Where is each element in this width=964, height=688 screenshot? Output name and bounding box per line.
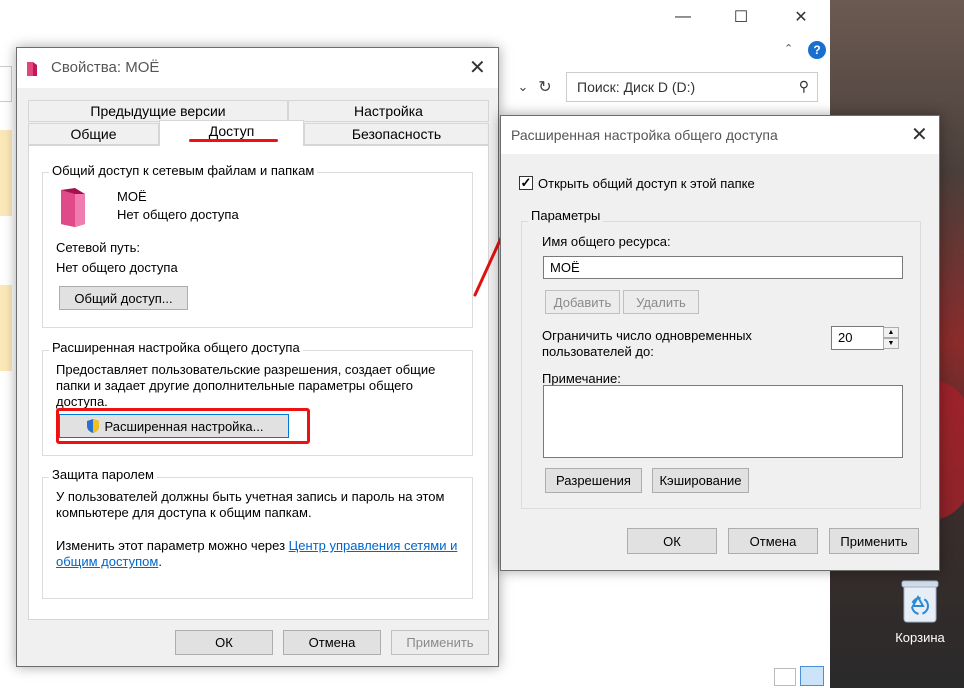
cancel-button[interactable]: Отмена (728, 528, 818, 554)
user-limit-input[interactable]: 20 (831, 326, 884, 350)
password-protection-description: У пользователей должны быть учетная запи… (56, 489, 445, 520)
share-name-label: Имя общего ресурса: (542, 234, 671, 249)
properties-dialog: Свойства: МОЁ ✕ Предыдущие версии Настро… (16, 47, 499, 667)
advanced-sharing-group-label: Расширенная настройка общего доступа (49, 340, 303, 355)
annotation-highlight-box (56, 408, 310, 444)
search-placeholder: Поиск: Диск D (D:) (577, 79, 696, 95)
network-path-label: Сетевой путь: (56, 240, 140, 255)
folder-status: Нет общего доступа (117, 207, 239, 222)
cancel-button[interactable]: Отмена (283, 630, 381, 655)
tab-page-sharing: Общий доступ к сетевым файлам и папкам М… (28, 145, 489, 620)
search-icon: ⚲ (798, 78, 809, 94)
refresh-icon[interactable]: ↻ (534, 75, 556, 99)
advanced-sharing-dialog: Расширенная настройка общего доступа ✕ ✓… (500, 115, 940, 571)
close-button[interactable]: ✕ (778, 4, 824, 30)
remove-button[interactable]: Удалить (623, 290, 699, 314)
details-view-icon[interactable] (774, 668, 796, 686)
help-icon[interactable]: ? (808, 41, 826, 59)
parameters-group-label: Параметры (528, 208, 604, 223)
network-path-value: Нет общего доступа (56, 260, 178, 275)
share-folder-checkbox[interactable]: ✓ (519, 176, 533, 190)
tab-previous-versions[interactable]: Предыдущие версии (28, 100, 288, 122)
apply-button[interactable]: Применить (391, 630, 489, 655)
share-name-input[interactable]: МОЁ (543, 256, 903, 279)
folder-item-partial (0, 130, 12, 216)
spin-down-icon[interactable]: ▼ (883, 338, 899, 349)
recycle-bin-icon (900, 578, 940, 624)
ok-button[interactable]: ОК (175, 630, 273, 655)
add-button[interactable]: Добавить (545, 290, 620, 314)
advanced-sharing-title: Расширенная настройка общего доступа (511, 127, 778, 143)
properties-title: Свойства: МОЁ (51, 59, 160, 76)
address-bar-partial (0, 66, 12, 102)
spin-up-icon[interactable]: ▲ (883, 327, 899, 338)
maximize-button[interactable]: ☐ (718, 4, 764, 30)
search-input[interactable]: Поиск: Диск D (D:) ⚲ (566, 72, 818, 102)
folder-item-partial (0, 285, 12, 371)
chevron-down-icon[interactable]: ⌄ (512, 75, 534, 99)
tab-general[interactable]: Общие (28, 123, 159, 145)
password-protection-label: Защита паролем (49, 467, 157, 482)
folder-icon (25, 60, 39, 78)
share-button[interactable]: Общий доступ... (59, 286, 188, 310)
share-group-label: Общий доступ к сетевым файлам и папкам (49, 163, 318, 178)
minimize-button[interactable]: — (660, 4, 706, 30)
permissions-button[interactable]: Разрешения (545, 468, 642, 493)
folder-large-icon (57, 186, 89, 227)
close-icon[interactable]: ✕ (911, 122, 928, 147)
password-protection-change-text: Изменить этот параметр можно через Центр… (56, 538, 458, 569)
apply-button[interactable]: Применить (829, 528, 919, 554)
user-limit-label: Ограничить число одновременных пользоват… (542, 328, 752, 359)
tab-customize[interactable]: Настройка (288, 100, 489, 122)
share-folder-checkbox-label: Открыть общий доступ к этой папке (538, 176, 755, 191)
large-icons-view-icon[interactable] (800, 666, 824, 686)
recycle-bin-label: Корзина (895, 630, 945, 645)
recycle-bin-shortcut[interactable]: Корзина (888, 578, 952, 645)
properties-titlebar: Свойства: МОЁ ✕ (17, 48, 498, 88)
caching-button[interactable]: Кэширование (652, 468, 749, 493)
tab-sharing[interactable]: Доступ (159, 120, 304, 146)
note-textarea[interactable] (543, 385, 903, 458)
chevron-up-icon[interactable]: ⌃ (784, 42, 793, 55)
tab-security[interactable]: Безопасность (304, 123, 489, 145)
folder-name: МОЁ (117, 189, 147, 204)
ok-button[interactable]: ОК (627, 528, 717, 554)
advanced-sharing-description: Предоставляет пользовательские разрешени… (56, 362, 436, 409)
advanced-sharing-titlebar: Расширенная настройка общего доступа ✕ (501, 116, 939, 154)
annotation-underline (189, 139, 278, 142)
close-icon[interactable]: ✕ (469, 55, 486, 80)
